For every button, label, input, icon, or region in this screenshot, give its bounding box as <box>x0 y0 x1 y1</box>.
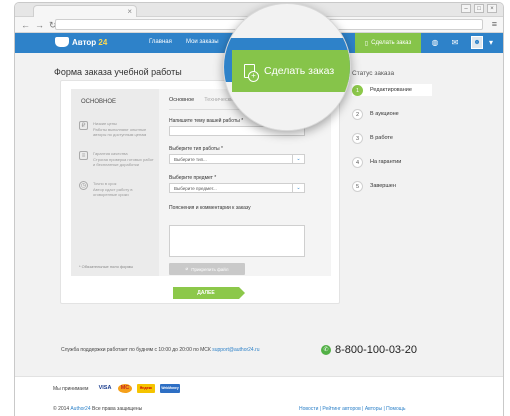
order-status-steps: 1 Редактирование 2 В аукционе 3 В работе 4 Н… <box>352 84 432 204</box>
document-plus-icon <box>244 64 259 82</box>
clock-icon: ◷ <box>79 181 88 190</box>
close-tab-icon[interactable]: × <box>127 6 132 17</box>
magnified-make-order-label: Сделать заказ <box>264 65 335 77</box>
form-aside: ОСНОВНОЕ ₽ Низкие цены Работы выполняют о… <box>71 89 159 276</box>
back-icon[interactable]: ← <box>21 20 30 30</box>
step-label: В аукционе <box>370 111 399 117</box>
phone-number: 8-800-100-03-20 <box>335 344 417 356</box>
step-item: 4 На гарантии <box>352 156 432 168</box>
paperclip-icon: ⌀ <box>185 266 189 271</box>
support-text: Служба поддержки работает по будням с 10… <box>61 347 211 353</box>
avatar[interactable]: ☻ <box>471 36 483 49</box>
globe-icon[interactable]: ◍ <box>429 37 441 49</box>
step-item: 3 В работе <box>352 132 432 144</box>
step-item: 1 Редактирование <box>352 84 432 96</box>
forward-icon[interactable]: → <box>35 20 44 30</box>
step-label: Редактирование <box>370 87 412 93</box>
comment-textarea[interactable] <box>169 225 305 257</box>
maximize-icon[interactable]: □ <box>474 4 484 13</box>
subject-select-value: Выберите предмет... <box>174 186 217 191</box>
required-note: * Обязательные поля формы <box>79 264 134 269</box>
copyright-year: © 2014 <box>53 406 70 412</box>
tab-basic[interactable]: Основное <box>169 97 194 103</box>
step-number: 3 <box>352 132 363 144</box>
document-plus-icon: ▯ <box>364 40 369 47</box>
step-number: 4 <box>352 156 363 168</box>
step-label: Завершен <box>370 183 396 189</box>
chevron-down-icon[interactable]: ⌄ <box>292 155 304 163</box>
webmoney-logo: WebMoney <box>160 384 180 393</box>
mail-icon[interactable]: ✉ <box>449 37 461 49</box>
mastercard-logo: MC <box>118 384 132 393</box>
yandex-money-logo: Яндекс <box>137 384 155 393</box>
attach-file-button[interactable]: ⌀ Прикрепить файл <box>169 263 245 275</box>
step-number: 1 <box>352 84 363 96</box>
comment-label: Пояснения и комментарии к заказу <box>169 205 251 211</box>
nav-my-orders[interactable]: Мои заказы <box>186 39 219 45</box>
aside-item: ₽ Низкие цены Работы выполняют опытные ав… <box>79 121 155 138</box>
copyright: © 2014 Author24 Все права защищены <box>53 406 142 412</box>
window-controls: – □ × <box>461 4 497 13</box>
magnified-make-order-button[interactable]: Сделать заказ <box>232 50 350 92</box>
aside-item-text: Работы выполняют опытные авторы по досту… <box>93 126 147 138</box>
logo-number: 24 <box>98 37 108 47</box>
aside-item: ≡ Гарантия качества Строгая проверка гото… <box>79 151 155 168</box>
copyright-brand-link[interactable]: Author24 <box>70 406 90 412</box>
type-select[interactable]: Выберите тип... ⌄ <box>169 154 305 164</box>
graduation-cap-icon <box>55 37 69 47</box>
make-order-button[interactable]: ▯ Сделать заказ <box>355 33 421 53</box>
chevron-down-icon[interactable]: ▾ <box>485 37 497 49</box>
type-label: Выберите тип работы * <box>169 146 223 152</box>
support-phone: ✆ 8-800-100-03-20 <box>321 344 417 356</box>
browser-tab[interactable]: × <box>33 5 137 17</box>
browser-window: × – □ × ← → ↻ ≡ Автор 24 Главная Мои зак… <box>14 2 504 416</box>
step-number: 5 <box>352 180 363 192</box>
aside-title: ОСНОВНОЕ <box>81 99 117 105</box>
support-email-link[interactable]: support@author24.ru <box>212 347 259 353</box>
magnified-page <box>224 98 350 130</box>
step-item: 2 В аукционе <box>352 108 432 120</box>
close-window-icon[interactable]: × <box>487 4 497 13</box>
subject-select[interactable]: Выберите предмет... ⌄ <box>169 183 305 193</box>
aside-item-text: Строгая проверка готовых работ и бесплат… <box>93 156 154 168</box>
aside-item: ◷ Точно в срок Автор сдаст работу в огово… <box>79 181 155 198</box>
steps-title: Статус заказа <box>352 70 395 77</box>
attach-file-label: Прикрепить файл <box>191 266 229 272</box>
phone-icon: ✆ <box>321 345 331 355</box>
payments-label: Мы принимаем <box>53 386 89 392</box>
make-order-label: Сделать заказ <box>371 40 412 46</box>
aside-item-text: Автор сдаст работу в оговоренные сроки <box>93 186 133 198</box>
step-label: На гарантии <box>370 159 402 165</box>
support-info: Служба поддержки работает по будням с 10… <box>61 347 260 353</box>
magnifier-callout: Сделать заказ <box>223 3 351 131</box>
nav-home[interactable]: Главная <box>149 39 172 45</box>
logo-text: Автор <box>72 37 97 47</box>
minimize-icon[interactable]: – <box>461 4 471 13</box>
wrench-icon[interactable]: ≡ <box>492 19 497 29</box>
document-icon: ≡ <box>79 151 88 160</box>
page-title: Форма заказа учебной работы <box>54 67 182 77</box>
visa-logo: VISA <box>98 385 112 391</box>
logo[interactable]: Автор 24 <box>55 37 107 47</box>
step-label: В работе <box>370 135 393 141</box>
price-icon: ₽ <box>79 121 88 130</box>
step-item: 5 Завершен <box>352 180 432 192</box>
footer-links[interactable]: Новости | Рейтинг авторов | Авторы | Пом… <box>299 406 405 412</box>
type-select-value: Выберите тип... <box>174 157 207 162</box>
site-footer: Мы принимаем VISA MC Яндекс WebMoney © 2… <box>15 376 503 416</box>
copyright-text: Все права защищены <box>92 406 143 412</box>
next-button[interactable]: ДАЛЕЕ <box>173 287 245 299</box>
step-number: 2 <box>352 108 363 120</box>
chevron-down-icon[interactable]: ⌄ <box>292 184 304 192</box>
subject-label: Выберите предмет * <box>169 175 217 181</box>
